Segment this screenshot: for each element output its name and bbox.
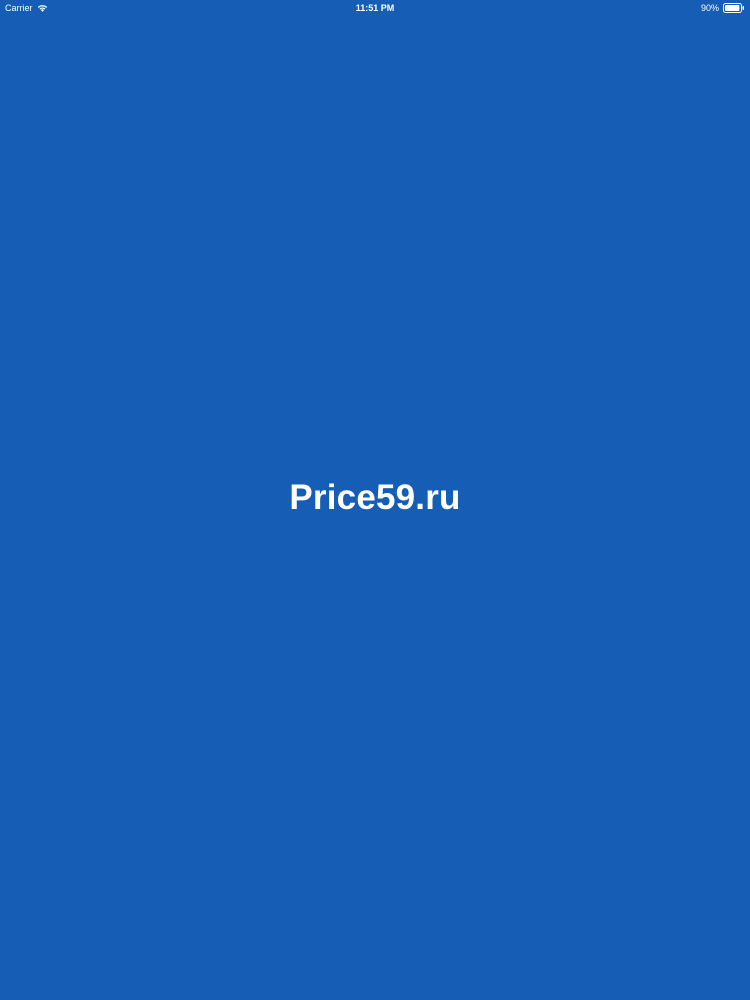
status-bar: Carrier 11:51 PM 90%	[0, 0, 750, 16]
status-right: 90%	[701, 0, 745, 16]
status-time: 11:51 PM	[355, 3, 395, 13]
battery-icon	[723, 3, 745, 13]
app-title: Price59.ru	[289, 478, 461, 517]
battery-percentage: 90%	[700, 3, 719, 13]
